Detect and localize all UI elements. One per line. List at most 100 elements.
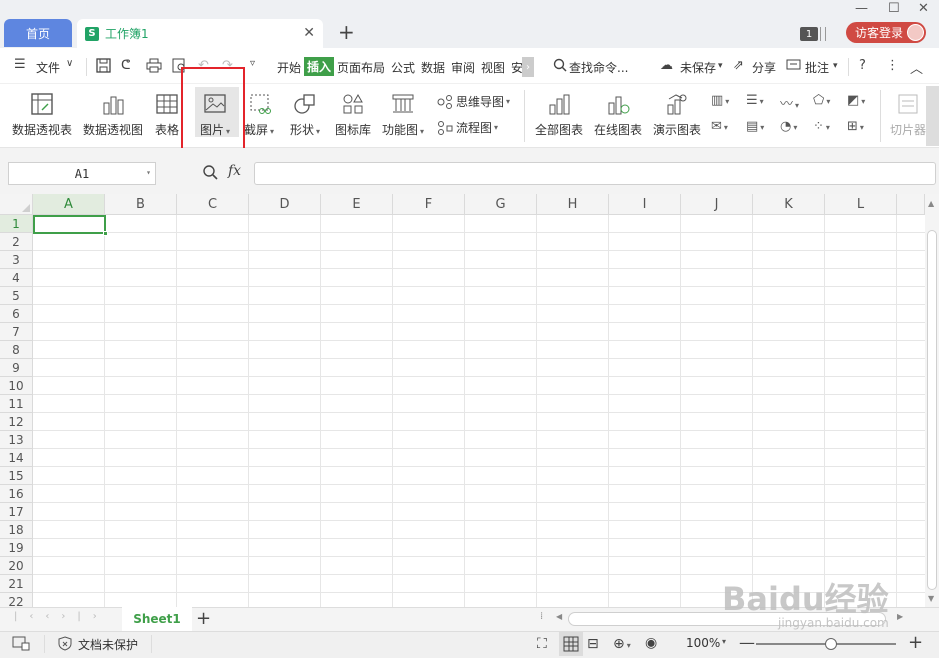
- row-header[interactable]: 8: [0, 341, 33, 359]
- zoom-search-icon[interactable]: [202, 164, 218, 184]
- online-charts-button[interactable]: 在线图表: [594, 91, 642, 138]
- screenshot-button[interactable]: 截屏 ▾: [244, 91, 274, 138]
- combo-chart-icon[interactable]: ⊞ ▾: [847, 119, 864, 134]
- selected-cell[interactable]: [33, 215, 106, 234]
- print-icon[interactable]: [146, 58, 162, 77]
- function-chart-button[interactable]: 功能图 ▾: [382, 91, 424, 138]
- page-layout-view-icon[interactable]: ⊕ ▾: [613, 636, 631, 652]
- menu-data[interactable]: 数据: [421, 59, 445, 76]
- menu-file[interactable]: 文件: [36, 59, 60, 76]
- format-painter-icon[interactable]: ᕦ: [121, 58, 131, 73]
- page-break-view-icon[interactable]: ⊟: [587, 636, 599, 652]
- row-header[interactable]: 11: [0, 395, 33, 413]
- row-header[interactable]: 1: [0, 215, 33, 233]
- row-header[interactable]: 19: [0, 539, 33, 557]
- macro-icon[interactable]: [12, 635, 30, 654]
- slicer-button[interactable]: 切片器: [890, 91, 926, 138]
- envelope-chart-icon[interactable]: ✉ ▾: [711, 119, 728, 134]
- row-header[interactable]: 21: [0, 575, 33, 593]
- zoom-in-icon[interactable]: +: [908, 632, 923, 653]
- pie-chart-icon[interactable]: ◔ ▾: [780, 119, 797, 134]
- fullscreen-icon[interactable]: ⛶: [537, 636, 547, 652]
- eye-protection-icon[interactable]: ◉: [645, 635, 657, 651]
- column-header[interactable]: K: [753, 194, 825, 215]
- row-header[interactable]: 3: [0, 251, 33, 269]
- pivot-table-button[interactable]: 数据透视表: [12, 91, 72, 138]
- flowchart-button[interactable]: 流程图 ▾: [437, 119, 498, 136]
- menu-page-layout[interactable]: 页面布局: [337, 59, 385, 76]
- formula-input[interactable]: [254, 162, 936, 185]
- column-header[interactable]: I: [609, 194, 681, 215]
- caret-icon[interactable]: ▾: [833, 61, 838, 71]
- name-box[interactable]: A1 ▾: [8, 162, 156, 185]
- add-sheet-button[interactable]: +: [196, 608, 211, 629]
- column-header[interactable]: D: [249, 194, 321, 215]
- fill-handle[interactable]: [103, 231, 108, 236]
- column-header[interactable]: J: [681, 194, 753, 215]
- minimize-icon[interactable]: —: [855, 1, 868, 16]
- column-header[interactable]: G: [465, 194, 537, 215]
- command-search[interactable]: 查找命令...: [569, 59, 628, 76]
- row-header[interactable]: 17: [0, 503, 33, 521]
- window-close-icon[interactable]: ✕: [918, 1, 929, 16]
- scroll-down-icon[interactable]: ▼: [928, 594, 934, 603]
- column-header[interactable]: H: [537, 194, 609, 215]
- window-count-badge[interactable]: 1: [800, 27, 818, 41]
- login-button[interactable]: 访客登录: [846, 22, 926, 43]
- row-header[interactable]: 12: [0, 413, 33, 431]
- table-button[interactable]: 表格: [154, 91, 180, 138]
- zoom-slider-knob[interactable]: [825, 638, 837, 650]
- row-header[interactable]: 16: [0, 485, 33, 503]
- column-header[interactable]: L: [825, 194, 897, 215]
- sheet-tab[interactable]: Sheet1: [122, 607, 192, 631]
- ribbon-scroll[interactable]: [926, 86, 939, 146]
- shape-button[interactable]: 形状 ▾: [290, 91, 320, 138]
- menu-start[interactable]: 开始: [277, 59, 301, 76]
- row-header[interactable]: 10: [0, 377, 33, 395]
- row-header[interactable]: 15: [0, 467, 33, 485]
- row-header[interactable]: 14: [0, 449, 33, 467]
- column-header[interactable]: E: [321, 194, 393, 215]
- column-header[interactable]: B: [105, 194, 177, 215]
- row-header[interactable]: 4: [0, 269, 33, 287]
- hamburger-icon[interactable]: ☰: [14, 57, 26, 72]
- save-icon[interactable]: [96, 58, 111, 77]
- caret-icon[interactable]: ▾: [718, 61, 723, 71]
- demo-charts-button[interactable]: 演示图表: [653, 91, 701, 138]
- column-chart-icon[interactable]: ▥ ▾: [711, 93, 729, 108]
- more-icon[interactable]: ⋮: [886, 58, 899, 73]
- column-header[interactable]: A: [33, 194, 105, 215]
- share-button[interactable]: 分享: [752, 59, 776, 76]
- menu-review[interactable]: 审阅: [451, 59, 475, 76]
- bar-chart-icon[interactable]: ☰ ▾: [746, 93, 764, 108]
- chevron-down-icon[interactable]: ∨: [66, 58, 73, 69]
- row-header[interactable]: 13: [0, 431, 33, 449]
- row-header[interactable]: 2: [0, 233, 33, 251]
- zoom-out-icon[interactable]: —: [739, 633, 755, 652]
- menu-insert[interactable]: 插入: [304, 57, 334, 76]
- tab-workbook[interactable]: S 工作簿1 ✕: [77, 19, 323, 48]
- function-icon[interactable]: fx: [228, 163, 241, 179]
- column-header[interactable]: F: [393, 194, 465, 215]
- scroll-right-icon[interactable]: ▶: [897, 612, 903, 621]
- all-charts-button[interactable]: 全部图表: [535, 91, 583, 138]
- pivot-chart-button[interactable]: 数据透视图: [83, 91, 143, 138]
- column-header[interactable]: [897, 194, 925, 215]
- row-header[interactable]: 7: [0, 323, 33, 341]
- menu-scroll-right-icon[interactable]: ›: [522, 57, 534, 77]
- scroll-left-icon[interactable]: ◀: [556, 612, 562, 621]
- column-header[interactable]: C: [177, 194, 249, 215]
- zoom-dropdown-icon[interactable]: ▾: [722, 637, 726, 646]
- normal-view-icon[interactable]: [559, 632, 583, 656]
- vertical-scroll-thumb[interactable]: [927, 230, 937, 590]
- menu-formula[interactable]: 公式: [391, 59, 415, 76]
- collapse-ribbon-icon[interactable]: ︿: [910, 58, 923, 77]
- sheet-nav-icons[interactable]: |‹‹›|›: [14, 611, 109, 622]
- area-chart-icon[interactable]: ◩ ▾: [847, 93, 865, 108]
- row-header[interactable]: 9: [0, 359, 33, 377]
- chevron-down-icon[interactable]: ▾: [146, 168, 151, 177]
- spreadsheet-grid[interactable]: [0, 194, 925, 607]
- row-header[interactable]: 18: [0, 521, 33, 539]
- protection-status[interactable]: 文档未保护: [78, 636, 138, 653]
- close-icon[interactable]: ✕: [303, 25, 315, 41]
